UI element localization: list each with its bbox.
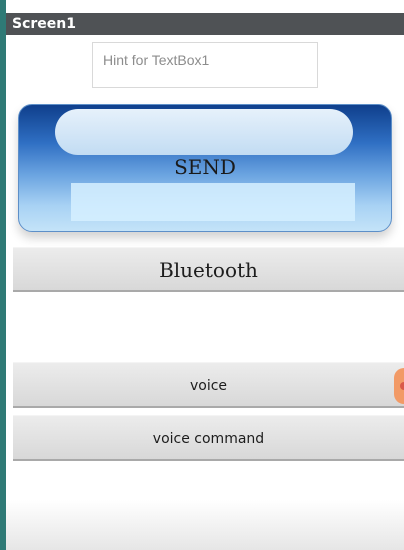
send-button[interactable]: SEND: [18, 104, 392, 232]
screen-title: Screen1: [6, 13, 404, 35]
floating-button-icon: [400, 382, 404, 390]
bottom-shadow: [6, 500, 404, 550]
floating-action-button[interactable]: [394, 368, 404, 404]
voice-button[interactable]: voice: [13, 362, 404, 408]
bluetooth-button[interactable]: Bluetooth: [13, 247, 404, 292]
left-edge-accent: [0, 0, 6, 550]
textbox1-hint: Hint for TextBox1: [103, 52, 210, 68]
textbox1-input[interactable]: Hint for TextBox1: [92, 42, 318, 88]
send-button-glow: [71, 183, 355, 221]
send-button-label: SEND: [174, 155, 236, 179]
voice-command-button[interactable]: voice command: [13, 415, 404, 461]
send-button-gloss: [55, 109, 353, 155]
